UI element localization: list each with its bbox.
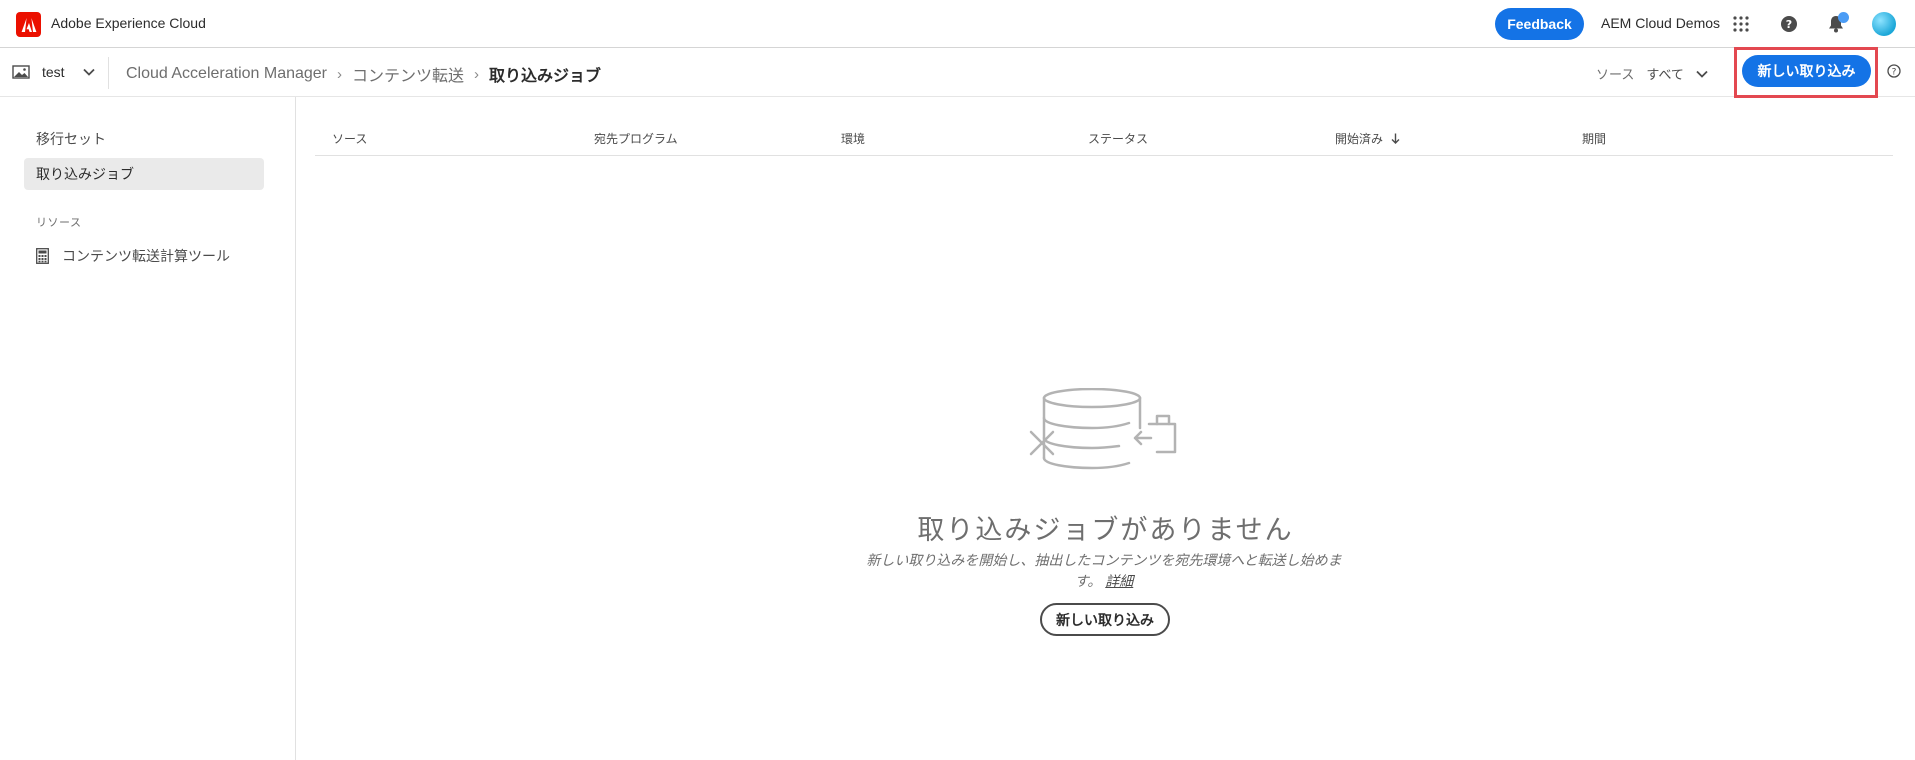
column-header-started[interactable]: 開始済み (1335, 130, 1400, 147)
apps-grid-icon[interactable] (1729, 12, 1753, 36)
breadcrumb-item-content-transfer[interactable]: コンテンツ転送 (352, 62, 464, 86)
left-nav: 移行セット 取り込みジョブ リソース コンテンツ転送計算ツール (0, 97, 296, 760)
feedback-button[interactable]: Feedback (1495, 8, 1584, 40)
nav-tool-label: コンテンツ転送計算ツール (62, 248, 230, 264)
program-switcher[interactable]: test (12, 64, 95, 80)
empty-state-new-ingestion-button[interactable]: 新しい取り込み (1040, 603, 1170, 636)
table-header: ソース 宛先プログラム 環境 ステータス 開始済み 期間 (315, 120, 1893, 156)
nav-item-calculator-tool[interactable]: コンテンツ転送計算ツール (36, 246, 230, 266)
chevron-right-icon: › (474, 65, 480, 83)
product-name[interactable]: Adobe Experience Cloud (51, 15, 206, 31)
column-header-duration[interactable]: 期間 (1582, 130, 1606, 147)
program-name: test (42, 64, 65, 80)
image-icon (12, 65, 30, 79)
breadcrumb: Cloud Acceleration Manager › コンテンツ転送 › 取… (126, 62, 601, 86)
source-filter-value: すべて (1646, 67, 1684, 82)
source-filter-picker[interactable]: ソース すべて (1596, 64, 1708, 83)
nav-item-migration-sets[interactable]: 移行セット (24, 123, 264, 155)
empty-state-description: 新しい取り込みを開始し、抽出したコンテンツを宛先環境へと転送し始めます。 詳細 (866, 552, 1342, 589)
calculator-icon (36, 248, 49, 264)
source-filter-label: ソース (1596, 67, 1635, 82)
chevron-down-icon (82, 68, 95, 76)
chevron-down-icon (1696, 70, 1708, 78)
adobe-logo-icon[interactable] (16, 12, 41, 37)
chevron-right-icon: › (337, 65, 343, 83)
help-icon[interactable]: ? (1777, 12, 1801, 36)
org-switcher[interactable]: AEM Cloud Demos (1601, 15, 1720, 31)
svg-text:?: ? (1892, 68, 1897, 78)
breadcrumb-item-cam[interactable]: Cloud Acceleration Manager (126, 65, 327, 83)
avatar[interactable] (1872, 12, 1896, 36)
column-header-environment[interactable]: 環境 (841, 130, 865, 147)
nav-item-label: 移行セット (36, 131, 106, 147)
divider (108, 57, 109, 89)
nav-section-label: リソース (36, 217, 82, 229)
column-header-status[interactable]: ステータス (1088, 130, 1148, 147)
new-ingestion-button[interactable]: 新しい取り込み (1742, 55, 1871, 87)
nav-item-ingestion-jobs[interactable]: 取り込みジョブ (24, 158, 264, 190)
global-header: Adobe Experience Cloud Feedback AEM Clou… (0, 0, 1915, 48)
empty-state-title: 取り込みジョブがありません (917, 515, 1294, 545)
database-transfer-icon (1029, 388, 1177, 470)
nav-item-label: 取り込みジョブ (36, 166, 134, 182)
arrow-down-icon (1391, 133, 1400, 144)
sub-header: test Cloud Acceleration Manager › コンテンツ転… (0, 49, 1915, 97)
column-header-source[interactable]: ソース (332, 130, 367, 147)
info-icon[interactable]: ? (1887, 64, 1901, 78)
breadcrumb-current: 取り込みジョブ (489, 68, 602, 85)
svg-text:?: ? (1786, 18, 1792, 31)
column-header-destination-program[interactable]: 宛先プログラム (594, 130, 678, 147)
learn-more-link[interactable]: 詳細 (1105, 573, 1133, 589)
notification-badge (1838, 12, 1849, 23)
